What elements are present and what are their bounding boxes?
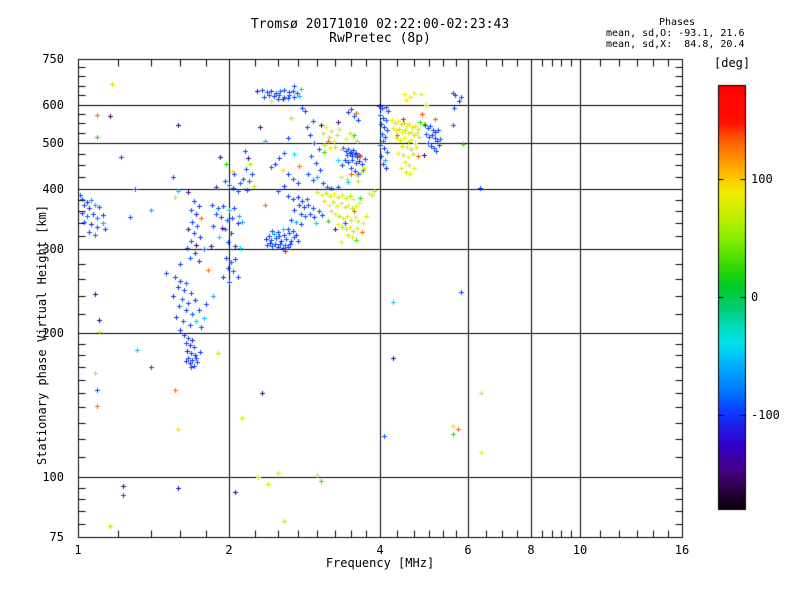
y-tick-label: 750	[42, 52, 64, 66]
colorbar-tick-label: 0	[751, 290, 759, 304]
phase-stats-o-mode: mean, sd,O: -93.1, 21.6	[606, 28, 745, 39]
x-tick-label: 8	[527, 543, 535, 557]
x-tick-label: 4	[376, 543, 384, 557]
x-tick-label: 16	[674, 543, 690, 557]
y-tick-label: 75	[49, 530, 64, 544]
y-tick-label: 300	[42, 242, 64, 256]
x-axis-label: Frequency [MHz]	[325, 556, 435, 570]
x-tick-label: 2	[225, 543, 233, 557]
colorbar-tick-label: -100	[751, 408, 780, 422]
colorbar-unit-label: [deg]	[714, 56, 751, 70]
colorbar-tick-label: 100	[751, 172, 773, 186]
x-tick-label: 1	[74, 543, 82, 557]
phase-stats-x-mode: mean, sd,X: 84.8, 20.4	[606, 39, 745, 50]
ionogram-phase-plot: Tromsø 20171010 02:22:00-02:23:43 RwPret…	[0, 0, 800, 600]
x-tick-label: 10	[572, 543, 588, 557]
y-tick-label: 200	[42, 326, 64, 340]
y-tick-label: 400	[42, 182, 64, 196]
x-tick-label: 6	[464, 543, 472, 557]
phase-stats-block: Phases mean, sd,O: -93.1, 21.6 mean, sd,…	[606, 17, 748, 50]
y-tick-label: 100	[42, 470, 64, 484]
phase-stats-header: Phases	[658, 17, 696, 28]
y-tick-label: 600	[42, 98, 64, 112]
plot-canvas	[0, 0, 800, 600]
y-tick-label: 500	[42, 136, 64, 150]
